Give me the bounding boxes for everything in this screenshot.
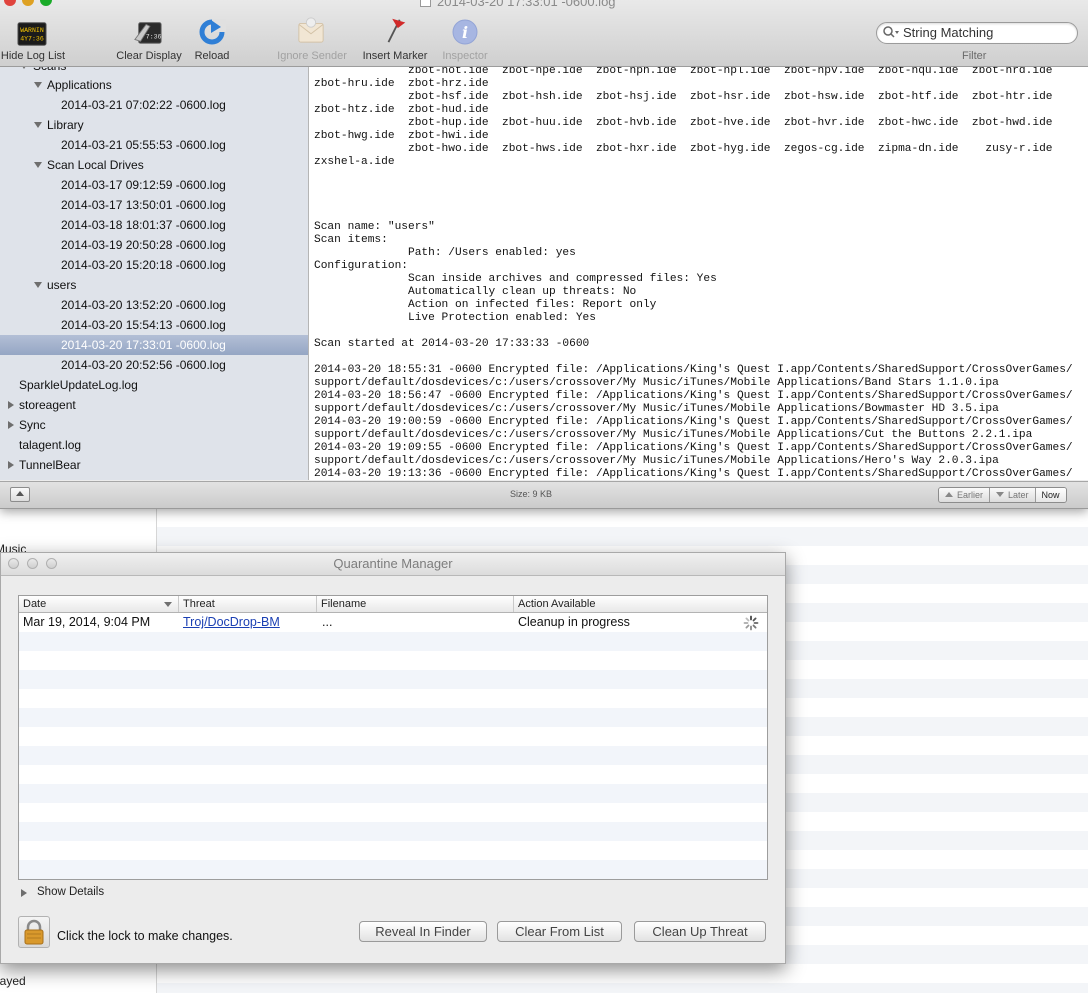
log-list-file[interactable]: 2014-03-20 20:52:56 -0600.log xyxy=(0,355,308,375)
column-header-threat[interactable]: Threat xyxy=(179,596,317,612)
toolbar: 2014-03-20 17:33:01 -0600.log WARNIN 4Y7… xyxy=(0,0,1088,67)
later-button[interactable]: Later xyxy=(990,488,1036,502)
log-list-file[interactable]: 2014-03-17 09:12:59 -0600.log xyxy=(0,175,308,195)
triangle-up-icon xyxy=(16,491,24,496)
show-details-label: Show Details xyxy=(37,886,105,898)
log-list-folder[interactable]: Applications xyxy=(0,75,308,95)
log-list-file[interactable]: 2014-03-20 13:52:20 -0600.log xyxy=(0,295,308,315)
quarantine-title: Quarantine Manager xyxy=(333,556,453,571)
log-list-folder[interactable]: TunnelBear xyxy=(0,455,308,475)
background-sidebar-label: layed xyxy=(0,974,26,988)
close-window-button[interactable] xyxy=(4,0,16,6)
row-date: Mar 19, 2014, 9:04 PM xyxy=(23,615,151,629)
disclosure-triangle-icon[interactable] xyxy=(8,461,14,469)
quarantine-titlebar: Quarantine Manager xyxy=(1,553,785,576)
arrow-up-icon xyxy=(945,492,953,497)
log-list-file[interactable]: 2014-03-20 15:54:13 -0600.log xyxy=(0,315,308,335)
window-title: 2014-03-20 17:33:01 -0600.log xyxy=(420,0,616,9)
lock-message: Click the lock to make changes. xyxy=(57,929,233,943)
row-filename: ... xyxy=(322,615,333,629)
status-bar: Size: 9 KB Earlier Later Now xyxy=(0,481,1088,508)
column-header-action[interactable]: Action Available xyxy=(514,596,767,612)
info-icon: i xyxy=(452,19,478,45)
inspector-label: Inspector xyxy=(442,50,488,62)
quarantine-table[interactable]: Date Threat Filename Action Available Ma… xyxy=(18,595,768,880)
search-icon xyxy=(883,26,899,38)
log-list-file[interactable]: talagent.log xyxy=(0,435,308,455)
toggle-log-list-button[interactable] xyxy=(10,487,30,502)
log-list-folder[interactable]: Scan Local Drives xyxy=(0,155,308,175)
ignore-sender-icon xyxy=(298,17,324,43)
log-list-folder[interactable]: Library xyxy=(0,115,308,135)
lock-icon xyxy=(24,919,44,945)
disclosure-triangle-icon[interactable] xyxy=(34,162,42,168)
hide-log-list-label: Hide Log List xyxy=(0,50,66,62)
table-body[interactable]: Mar 19, 2014, 9:04 PM Troj/DocDrop-BM ..… xyxy=(19,613,767,879)
row-threat-link[interactable]: Troj/DocDrop-BM xyxy=(183,615,280,629)
svg-text:7:36: 7:36 xyxy=(146,34,162,41)
svg-text:WARNIN: WARNIN xyxy=(20,27,44,34)
column-header-date[interactable]: Date xyxy=(19,596,179,612)
insert-marker-label: Insert Marker xyxy=(362,50,428,62)
disclosure-triangle-icon[interactable] xyxy=(34,282,42,288)
log-text: zbot-hot.ide zbot-hpe.ide zbot-hph.ide z… xyxy=(314,67,1073,480)
zoom-window-button[interactable] xyxy=(40,0,52,6)
reveal-in-finder-button[interactable]: Reveal In Finder xyxy=(359,921,487,942)
log-list-file-selected[interactable]: 2014-03-20 17:33:01 -0600.log xyxy=(0,335,308,355)
earlier-button[interactable]: Earlier xyxy=(939,488,991,502)
log-list-file[interactable]: 2014-03-17 13:50:01 -0600.log xyxy=(0,195,308,215)
log-list-file[interactable]: 2014-03-19 20:50:28 -0600.log xyxy=(0,235,308,255)
disclosure-triangle-icon[interactable] xyxy=(20,67,28,69)
navigation-segmented-control: Earlier Later Now xyxy=(938,487,1067,503)
svg-text:4Y7:36: 4Y7:36 xyxy=(20,36,44,43)
row-action: Cleanup in progress xyxy=(518,615,630,629)
marker-flag-icon xyxy=(387,18,406,43)
search-field[interactable] xyxy=(876,22,1078,44)
svg-text:i: i xyxy=(462,23,468,42)
disclosure-triangle-icon[interactable] xyxy=(34,122,42,128)
log-size-label: Size: 9 KB xyxy=(510,489,553,499)
ignore-sender-label: Ignore Sender xyxy=(277,50,347,62)
log-list-file[interactable]: 2014-03-20 15:20:18 -0600.log xyxy=(0,255,308,275)
progress-spinner-icon xyxy=(743,615,759,631)
now-button[interactable]: Now xyxy=(1035,488,1066,502)
log-list-file[interactable]: 2014-03-21 07:02:22 -0600.log xyxy=(0,95,308,115)
minimize-window-button[interactable] xyxy=(22,0,34,6)
document-icon xyxy=(420,0,431,7)
table-header: Date Threat Filename Action Available xyxy=(19,596,767,613)
arrow-down-icon xyxy=(996,492,1005,497)
log-list-folder[interactable]: users xyxy=(0,275,308,295)
disclosure-triangle-icon[interactable] xyxy=(8,421,14,429)
log-list-sidebar[interactable]: Scans Applications 2014-03-21 07:02:22 -… xyxy=(0,67,309,480)
quarantine-manager-window: Quarantine Manager Date Threat Filename … xyxy=(0,552,786,964)
log-list-file[interactable]: 2014-03-21 05:55:53 -0600.log xyxy=(0,135,308,155)
log-list-file[interactable]: SparkleUpdateLog.log xyxy=(0,375,308,395)
disclosure-triangle-icon[interactable] xyxy=(34,82,42,88)
log-text-pane[interactable]: zbot-hot.ide zbot-hpe.ide zbot-hph.ide z… xyxy=(309,67,1088,480)
window-title-text: 2014-03-20 17:33:01 -0600.log xyxy=(437,0,616,9)
log-list-folder[interactable]: Sync xyxy=(0,415,308,435)
disclosure-triangle-icon[interactable] xyxy=(21,889,27,897)
clean-up-threat-button[interactable]: Clean Up Threat xyxy=(634,921,766,942)
filter-label: Filter xyxy=(962,50,987,62)
reload-label: Reload xyxy=(194,50,230,62)
log-warning-icon: WARNIN 4Y7:36 xyxy=(17,22,47,46)
column-header-filename[interactable]: Filename xyxy=(317,596,514,612)
reload-icon xyxy=(199,19,226,45)
lock-button[interactable] xyxy=(18,916,50,948)
clear-display-label: Clear Display xyxy=(116,50,182,62)
console-window: 2014-03-20 17:33:01 -0600.log WARNIN 4Y7… xyxy=(0,0,1088,509)
log-list-folder[interactable]: storeagent xyxy=(0,395,308,415)
disclosure-triangle-icon[interactable] xyxy=(8,401,14,409)
log-list-file[interactable]: 2014-03-18 18:01:37 -0600.log xyxy=(0,215,308,235)
sort-descending-icon xyxy=(164,602,172,607)
clear-from-list-button[interactable]: Clear From List xyxy=(497,921,622,942)
search-input[interactable] xyxy=(903,24,1068,41)
table-row[interactable]: Mar 19, 2014, 9:04 PM Troj/DocDrop-BM ..… xyxy=(19,613,767,632)
clear-display-icon: 7:36 xyxy=(134,22,162,44)
